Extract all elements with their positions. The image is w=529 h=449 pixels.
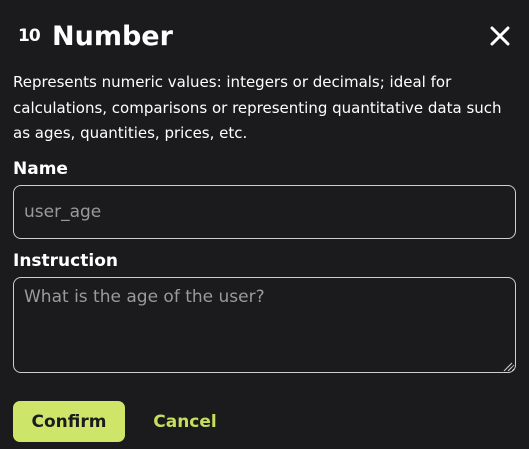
- number-field-dialog: 10 Number Represents numeric values: int…: [0, 0, 529, 449]
- close-button[interactable]: [484, 20, 516, 52]
- dialog-description: Represents numeric values: integers or d…: [13, 73, 502, 142]
- confirm-button[interactable]: Confirm: [13, 401, 125, 442]
- instruction-label: Instruction: [13, 251, 118, 271]
- number-type-icon: 10: [18, 25, 41, 46]
- dialog-title: Number: [52, 20, 173, 52]
- cancel-button[interactable]: Cancel: [145, 401, 225, 442]
- instruction-textarea[interactable]: [13, 277, 516, 373]
- dialog-header: 10 Number: [13, 14, 516, 58]
- name-input[interactable]: [13, 185, 516, 239]
- name-label: Name: [13, 159, 68, 179]
- close-icon: [490, 26, 510, 46]
